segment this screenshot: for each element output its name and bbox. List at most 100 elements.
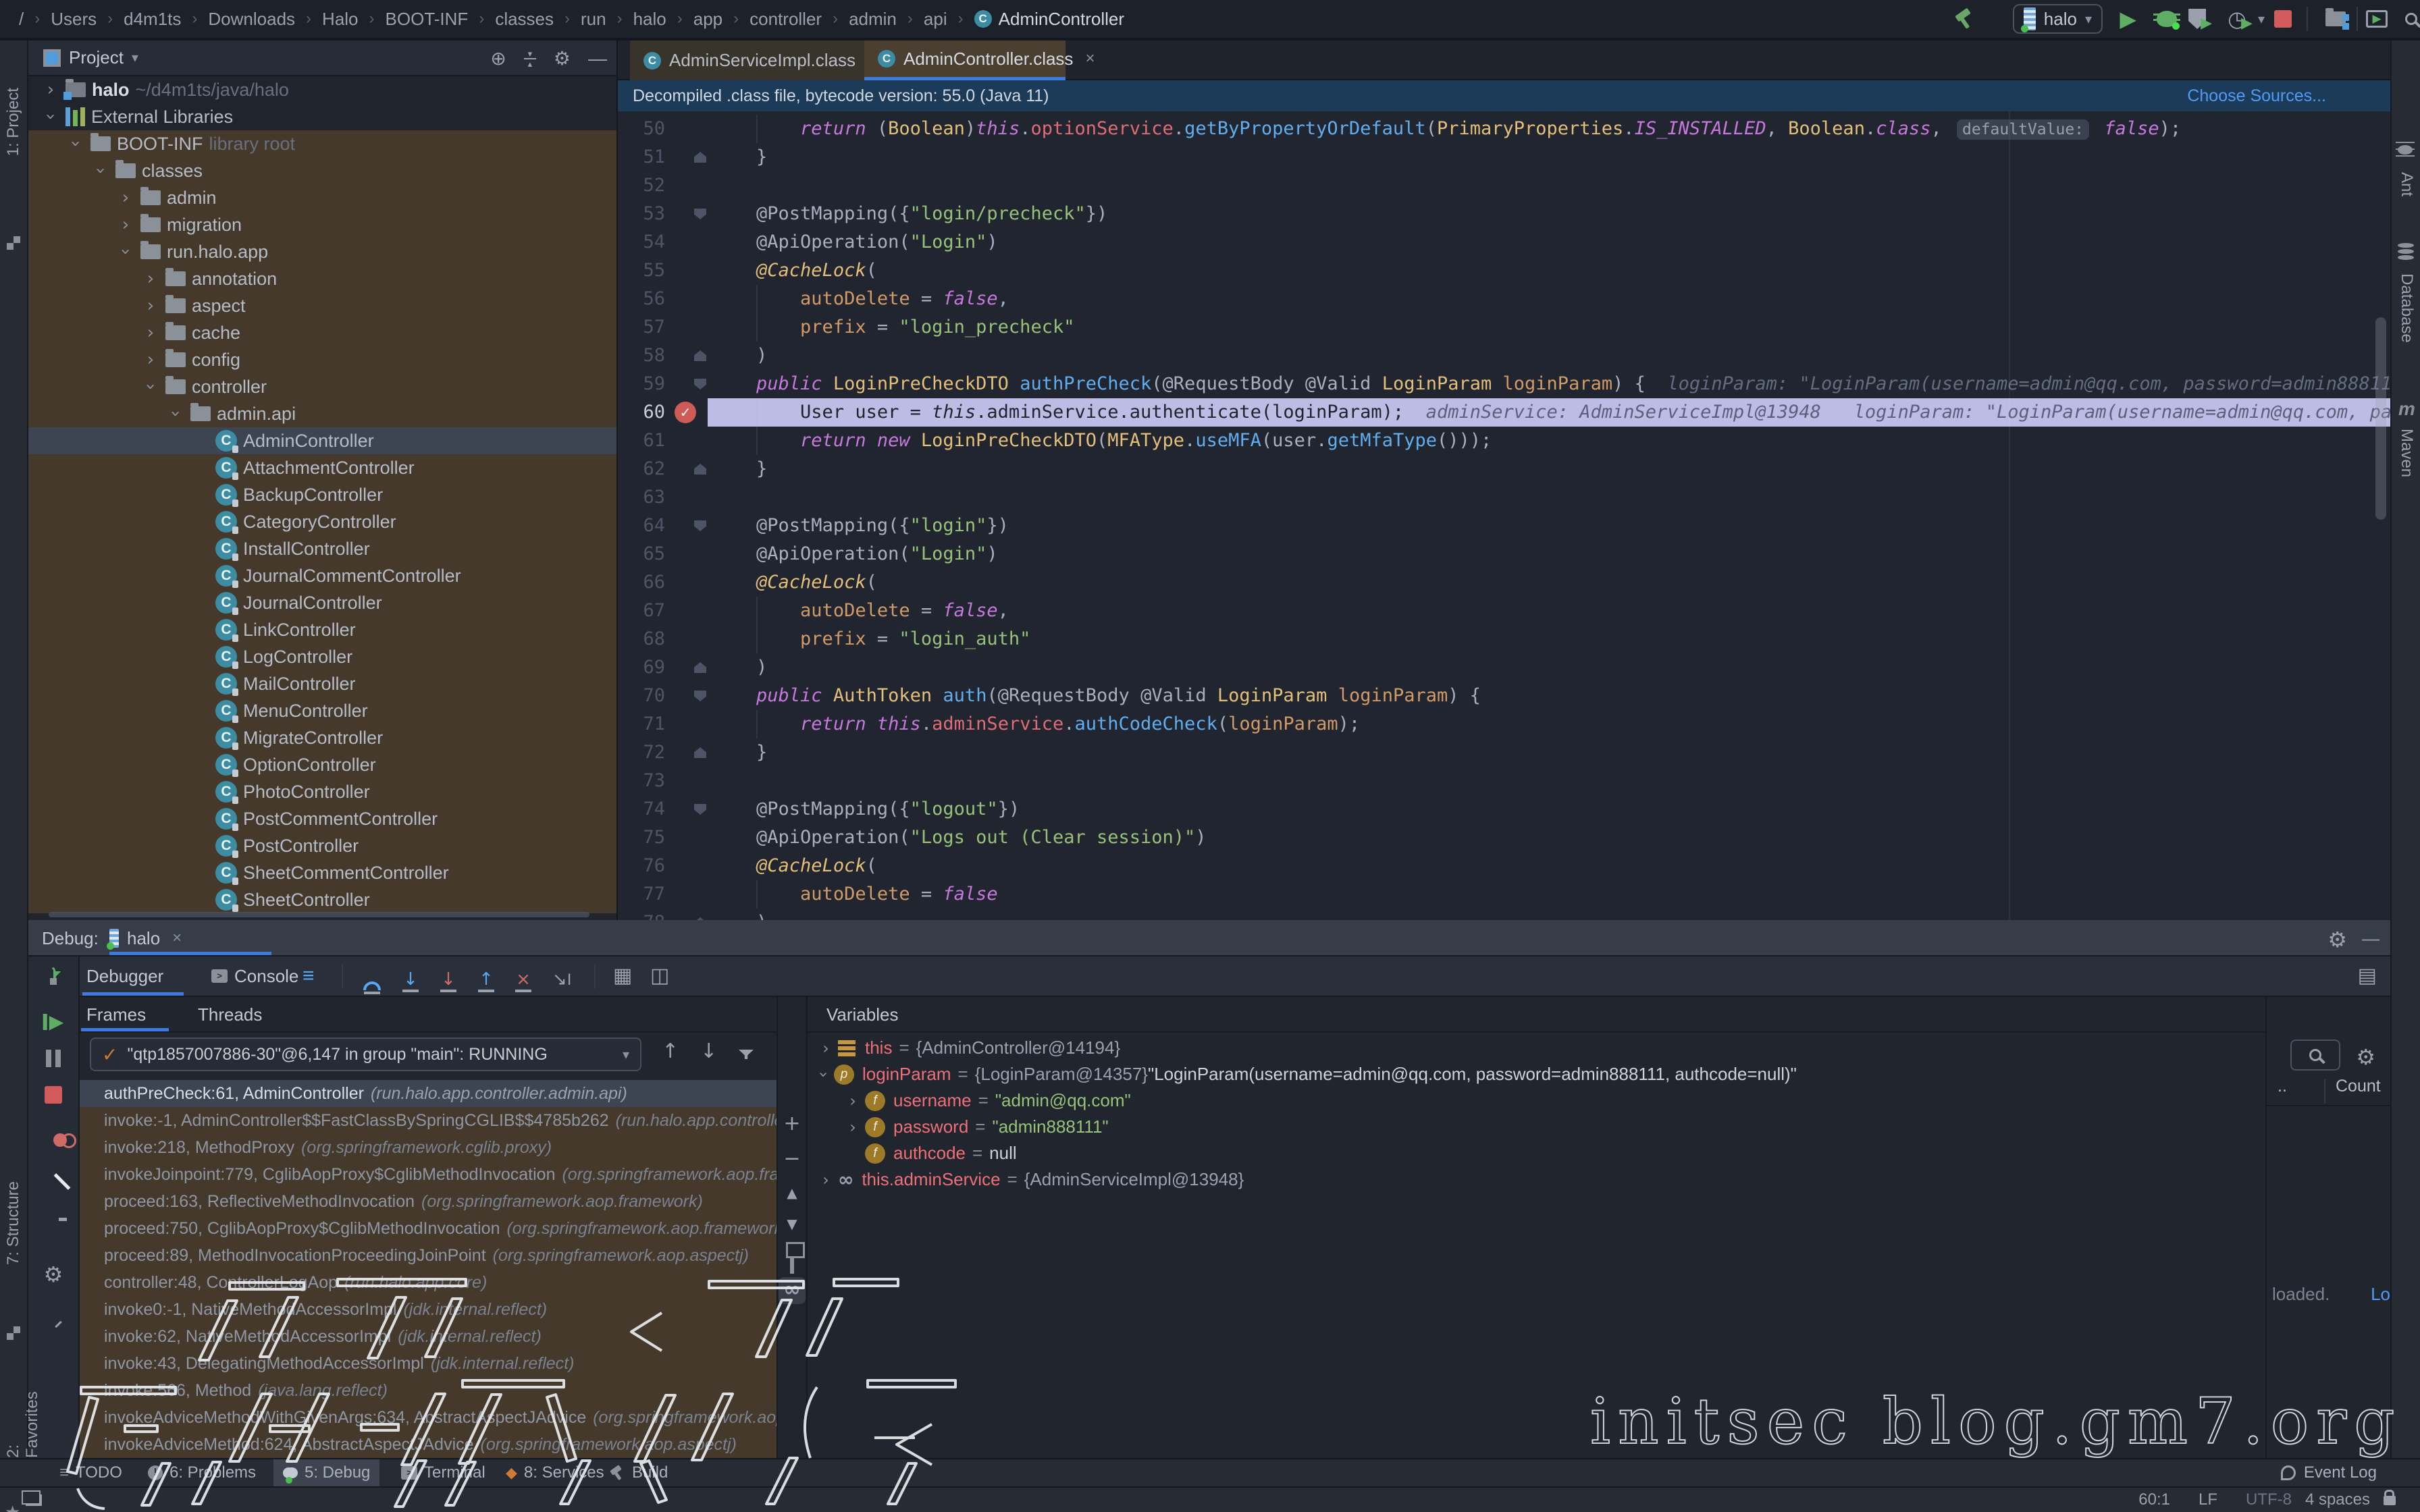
tree-item[interactable]: CLinkController <box>28 616 616 643</box>
tree-item[interactable]: ›classes <box>28 157 616 184</box>
stack-frame[interactable]: invoke:62, NativeMethodAccessorImpl(jdk.… <box>80 1323 777 1350</box>
variable-row-this[interactable]: ›this={AdminController@14194} <box>808 1035 2265 1061</box>
fold-end-icon[interactable] <box>694 464 706 475</box>
frame-up-icon[interactable]: ↑ <box>662 1043 679 1060</box>
chevron-right-icon[interactable]: › <box>142 350 159 369</box>
code-line-50[interactable]: 50 return (Boolean)this.optionService.ge… <box>618 115 2390 143</box>
stack-frame[interactable]: invokeJoinpoint:779, CglibAopProxy$Cglib… <box>80 1161 777 1188</box>
breadcrumb-item[interactable]: Halo <box>322 9 358 30</box>
code-line-68[interactable]: 68 prefix = "login_auth" <box>618 625 2390 653</box>
tree-item[interactable]: CMenuController <box>28 697 616 724</box>
ant-icon[interactable] <box>2398 145 2413 155</box>
stop-icon[interactable] <box>45 1086 62 1107</box>
chevron-right-icon[interactable]: › <box>814 1039 838 1058</box>
tree-item[interactable]: ›BOOT-INFlibrary root <box>28 130 616 157</box>
editor-scrollbar[interactable] <box>2375 317 2386 520</box>
memory-load-link[interactable]: Lo <box>2371 1284 2390 1305</box>
file-encoding[interactable]: UTF-8 <box>2246 1488 2292 1512</box>
evaluate-expression-icon[interactable]: ▦ <box>613 956 632 996</box>
caret-position[interactable]: 60:1 <box>2138 1488 2170 1512</box>
code-line-72[interactable]: 72 } <box>618 738 2390 767</box>
project-tool-icon[interactable] <box>7 236 20 250</box>
tree-item[interactable]: CSheetCommentController <box>28 859 616 886</box>
chevron-right-icon[interactable]: › <box>814 1170 838 1189</box>
fold-start-icon[interactable] <box>694 691 706 701</box>
tool-window-button-6-problems[interactable]: !6: Problems <box>138 1459 265 1486</box>
fold-start-icon[interactable] <box>694 520 706 531</box>
code-line-76[interactable]: 76 @CacheLock( <box>618 852 2390 880</box>
tree-item[interactable]: CAdminController <box>28 427 616 454</box>
code-line-73[interactable]: 73 <box>618 767 2390 795</box>
code-line-61[interactable]: 61 return new LoginPreCheckDTO(MFAType.u… <box>618 427 2390 455</box>
tree-item[interactable]: ›annotation <box>28 265 616 292</box>
tree-item[interactable]: CCategoryController <box>28 508 616 535</box>
breadcrumb-item[interactable]: classes <box>495 9 554 30</box>
chevron-right-icon[interactable]: › <box>42 80 59 99</box>
tree-item[interactable]: CJournalController <box>28 589 616 616</box>
code-line-62[interactable]: 62 } <box>618 455 2390 483</box>
chevron-down-icon[interactable]: › <box>814 1064 833 1085</box>
breakpoint-icon[interactable]: ✓ <box>675 402 696 423</box>
run-button[interactable]: ▶ <box>2120 0 2136 38</box>
tree-item[interactable]: ›config <box>28 346 616 373</box>
code-line-53[interactable]: 53 @PostMapping({"login/precheck"}) <box>618 200 2390 228</box>
stack-frame[interactable]: invoke:43, DelegatingMethodAccessorImpl(… <box>80 1350 777 1377</box>
breadcrumb-item[interactable]: run <box>581 9 606 30</box>
breadcrumb-item[interactable]: halo <box>633 9 666 30</box>
tool-window-button-ant[interactable]: Ant <box>2397 172 2416 196</box>
fold-end-icon[interactable] <box>694 747 706 758</box>
code-line-71[interactable]: 71 return this.adminService.authCodeChec… <box>618 710 2390 738</box>
variable-row-loginParam[interactable]: ›ploginParam={LoginParam@14357} "LoginPa… <box>808 1061 2265 1087</box>
tool-window-button-database[interactable]: Database <box>2397 273 2416 343</box>
coverage-button[interactable]: ▶ <box>2188 0 2217 38</box>
stack-frame[interactable]: controller:48, ControllerLogAop(run.halo… <box>80 1269 777 1296</box>
tree-item[interactable]: ›admin <box>28 184 616 211</box>
stack-frame[interactable]: proceed:163, ReflectiveMethodInvocation(… <box>80 1188 777 1215</box>
code-line-59[interactable]: 59 public LoginPreCheckDTO authPreCheck(… <box>618 370 2390 398</box>
breadcrumb-item[interactable]: d4m1ts <box>124 9 181 30</box>
tool-window-button-todo[interactable]: ≡TODO <box>50 1459 132 1486</box>
code-line-67[interactable]: 67 autoDelete = false, <box>618 597 2390 625</box>
code-line-60[interactable]: 60✓ User user = this.adminService.authen… <box>618 398 2390 427</box>
breadcrumb-item[interactable]: controller <box>749 9 822 30</box>
chevron-right-icon[interactable]: › <box>142 323 159 342</box>
memory-column-count[interactable]: Count <box>2336 1077 2381 1096</box>
remove-watch-icon[interactable]: − <box>783 1147 800 1170</box>
gear-icon[interactable]: ⚙ <box>554 47 571 70</box>
stop-button[interactable] <box>2274 0 2292 38</box>
tab-threads[interactable]: Threads <box>198 997 262 1036</box>
frame-down-icon[interactable]: ↓ <box>700 1043 717 1060</box>
stack-frame[interactable]: invoke:-1, AdminController$$FastClassByS… <box>80 1107 777 1134</box>
tool-window-button-maven[interactable]: Maven <box>2397 429 2416 477</box>
variable-row-authcode[interactable]: fauthcode=null <box>808 1140 2265 1166</box>
tree-item[interactable]: ›admin.api <box>28 400 616 427</box>
close-icon[interactable]: × <box>172 929 182 948</box>
breadcrumb-item[interactable]: / <box>19 9 24 30</box>
chevron-right-icon[interactable]: › <box>142 296 159 315</box>
chevron-down-icon[interactable]: › <box>41 108 60 126</box>
code-line-75[interactable]: 75 @ApiOperation("Logs out (Clear sessio… <box>618 824 2390 852</box>
code-line-52[interactable]: 52 <box>618 171 2390 200</box>
breadcrumb-item[interactable]: BOOT-INF <box>386 9 469 30</box>
tree-item[interactable]: CJournalCommentController <box>28 562 616 589</box>
code-editor[interactable]: 50 return (Boolean)this.optionService.ge… <box>618 111 2390 920</box>
chevron-right-icon[interactable]: › <box>841 1091 865 1110</box>
run-to-cursor-icon[interactable]: ↘I <box>552 959 571 998</box>
tree-item[interactable]: CLogController <box>28 643 616 670</box>
move-down-icon[interactable]: ▼ <box>787 1216 797 1232</box>
gear-icon[interactable]: ⚙ <box>2356 1044 2375 1070</box>
memory-column-class[interactable]: .. <box>2278 1077 2287 1096</box>
tree-item[interactable]: CSheetController <box>28 886 616 913</box>
tree-item[interactable]: ›External Libraries <box>28 103 616 130</box>
breadcrumb-item[interactable]: app <box>693 9 722 30</box>
tree-item[interactable]: CPostCommentController <box>28 805 616 832</box>
fold-start-icon[interactable] <box>694 379 706 389</box>
code-line-57[interactable]: 57 prefix = "login_precheck" <box>618 313 2390 342</box>
chevron-down-icon[interactable]: › <box>91 162 110 180</box>
breadcrumb-item[interactable]: CAdminController <box>974 9 1124 30</box>
add-watch-icon[interactable]: + <box>783 1112 800 1135</box>
force-step-into-icon[interactable]: ↓ <box>440 959 456 998</box>
memory-search-box[interactable] <box>2290 1040 2340 1071</box>
breadcrumb-item[interactable]: api <box>924 9 947 30</box>
tab-debugger[interactable]: Debugger <box>86 956 163 996</box>
